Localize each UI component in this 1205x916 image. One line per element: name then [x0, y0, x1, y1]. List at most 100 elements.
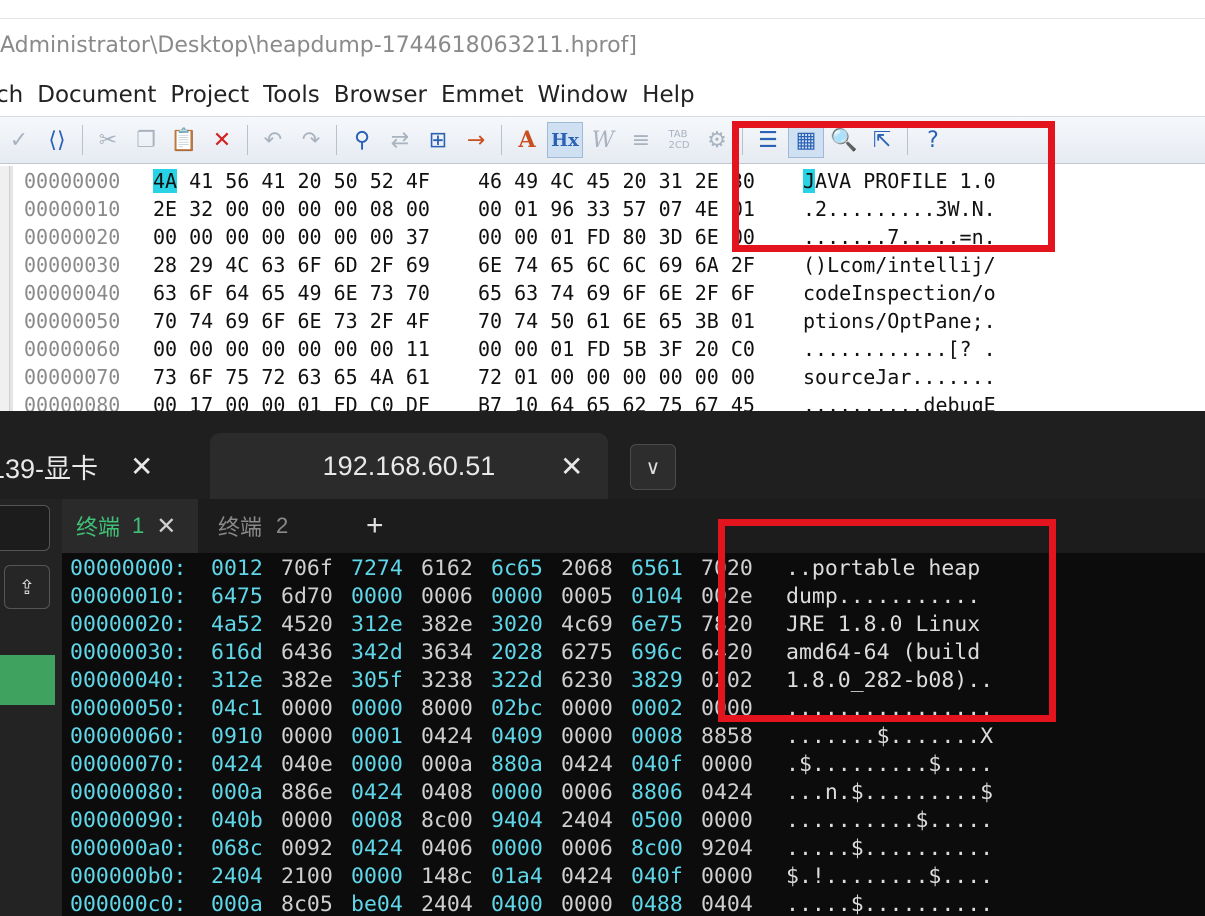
terminal-hex-word: 4520 — [281, 612, 333, 637]
column-icon[interactable]: ≡ — [623, 122, 659, 158]
hex-mode-icon[interactable]: Hx — [547, 122, 583, 158]
terminal-hex-word: 696c — [631, 640, 683, 665]
terminal-offset: 000000a0: — [70, 836, 187, 861]
paste-icon[interactable]: 📋 — [166, 122, 202, 158]
terminal-line: 00000080: 000a 886e 0424 0408 0000 0006 8806 042… — [70, 779, 1200, 807]
terminal-hex-word: 9404 — [491, 808, 543, 833]
settings-icon[interactable]: ⚙ — [699, 122, 735, 158]
terminal-hex-word: 0005 — [561, 584, 613, 609]
left-panel: ⇪ — [0, 499, 62, 916]
terminal-hex-word: 312e — [351, 612, 403, 637]
delete-icon[interactable]: ✕ — [204, 122, 240, 158]
terminal-hex-word: 2100 — [281, 864, 333, 889]
hex-bytes: 00 00 01 FD 5B 3F 20 C0 — [478, 337, 755, 361]
font-size-icon[interactable]: A — [509, 122, 545, 158]
hex-bytes: 4A 41 56 41 20 50 52 4F — [153, 169, 430, 193]
terminal-hex-word: 3634 — [421, 640, 473, 665]
upload-icon: ⇪ — [18, 575, 36, 599]
terminal-hex-word: 8000 — [421, 696, 473, 721]
terminal-hex-word: 0488 — [631, 892, 683, 916]
terminal-hex-word: 0424 — [351, 836, 403, 861]
title-bar: Administrator\Desktop\heapdump-174461806… — [0, 18, 1205, 76]
terminal-hex-word: 0000 — [561, 892, 613, 916]
left-active-item[interactable] — [0, 655, 55, 705]
terminal-line: 00000060: 0910 0000 0001 0424 0409 0000 0008 885… — [70, 723, 1200, 751]
hex-offset: 00000020 — [24, 225, 121, 249]
cut-icon[interactable]: ✂ — [90, 122, 126, 158]
terminal-ascii: .....$.......... — [786, 892, 994, 916]
terminal-hex-word: 02bc — [491, 696, 543, 721]
copy-icon[interactable]: ❐ — [128, 122, 164, 158]
abc-convert-icon[interactable]: TAB 2CD — [661, 122, 697, 158]
terminal-hex-word: 0000 — [491, 584, 543, 609]
replace-icon[interactable]: ⇄ — [382, 122, 418, 158]
terminal-hex-word: 0910 — [211, 724, 263, 749]
terminal-hex-word: 0008 — [631, 724, 683, 749]
hex-bytes: 70 74 50 61 6E 65 3B 01 — [478, 309, 755, 333]
close-icon[interactable]: ✕ — [156, 512, 176, 541]
redo-icon[interactable]: ↷ — [293, 122, 329, 158]
subtab-terminal-2[interactable]: 终端 2 — [218, 499, 288, 553]
terminal-hex-word: 382e — [281, 668, 333, 693]
close-icon[interactable]: ✕ — [130, 450, 153, 483]
upload-button[interactable]: ⇪ — [4, 565, 50, 609]
terminal-hex-word: 068c — [211, 836, 263, 861]
terminal-hex-word: 0092 — [281, 836, 333, 861]
terminal-hex-word: 0404 — [701, 892, 753, 916]
menu-item[interactable]: Document — [30, 82, 163, 108]
menu-item[interactable]: ch — [0, 82, 30, 108]
undo-icon[interactable]: ↶ — [255, 122, 291, 158]
menu-item[interactable]: Emmet — [434, 82, 531, 108]
menu-item[interactable]: Project — [163, 82, 256, 108]
terminal-hex-word: 2404 — [561, 808, 613, 833]
subtab-label: 终端 — [218, 515, 263, 540]
connection-tab-label: 192.168.60.51 — [322, 450, 496, 481]
terminal-ascii: .$.........$.... — [786, 752, 994, 777]
menu-item[interactable]: Window — [530, 82, 635, 108]
connection-tab-gpu[interactable]: 139-显卡 ✕ — [0, 433, 190, 499]
hex-bytes: 72 01 00 00 00 00 00 00 — [478, 365, 755, 389]
find-in-files-icon[interactable]: ⊞ — [420, 122, 456, 158]
terminal-hex-word: 6436 — [281, 640, 333, 665]
left-input-field[interactable] — [0, 505, 50, 551]
connection-tab-active[interactable]: 192.168.60.51 ✕ — [210, 433, 608, 499]
terminal-hex-word: 880a — [491, 752, 543, 777]
goto-line-icon[interactable]: → — [458, 122, 494, 158]
hex-ascii: ............[? . — [803, 337, 996, 361]
terminal-hex-word: 2404 — [421, 892, 473, 916]
terminal-offset: 00000050: — [70, 696, 187, 721]
terminal-hex-word: 8c00 — [631, 836, 683, 861]
terminal-hex-word: 04c1 — [211, 696, 263, 721]
hex-ascii: codeInspection/o — [803, 281, 996, 305]
subtab-terminal-1[interactable]: 终端 1 ✕ — [62, 499, 198, 553]
terminal-hex-word: 6d70 — [281, 584, 333, 609]
terminal-hex-word: 6c65 — [491, 556, 543, 581]
word-wrap-icon[interactable]: W — [585, 122, 621, 158]
hex-bytes: 6E 74 65 6C 6C 69 6A 2F — [478, 253, 755, 277]
terminal-hex-word: 0000 — [351, 864, 403, 889]
terminal-hex-word: 616d — [211, 640, 263, 665]
close-icon[interactable]: ✕ — [560, 450, 583, 483]
menu-item[interactable]: Browser — [327, 82, 434, 108]
terminal-hex-word: 0500 — [631, 808, 683, 833]
terminal-hex-word: 8c05 — [281, 892, 333, 916]
code-tag-icon[interactable]: ⟨⟩ — [39, 122, 75, 158]
menu-item[interactable]: Help — [635, 82, 701, 108]
find-icon[interactable]: ⚲ — [344, 122, 380, 158]
terminal-hex-word: 040e — [281, 752, 333, 777]
add-tab-button[interactable]: + — [366, 499, 384, 553]
terminal-hex-word: 0000 — [351, 584, 403, 609]
menu-item[interactable]: Tools — [256, 82, 327, 108]
terminal-hex-word: 0000 — [351, 696, 403, 721]
spellcheck-icon[interactable]: ✓ — [1, 122, 37, 158]
terminal-hex-word: 0424 — [561, 752, 613, 777]
terminal-hex-word: 0424 — [701, 780, 753, 805]
chevron-down-icon: ∨ — [645, 455, 661, 479]
hex-bytes: 46 49 4C 45 20 31 2E 30 — [478, 169, 755, 193]
terminal-hex-word: 0409 — [491, 724, 543, 749]
terminal-offset: 000000c0: — [70, 892, 187, 916]
tab-dropdown-button[interactable]: ∨ — [630, 444, 676, 490]
terminal-hex-word: 01a4 — [491, 864, 543, 889]
terminal-ascii: .......$.......X — [786, 724, 994, 749]
terminal-hex-word: 040b — [211, 808, 263, 833]
